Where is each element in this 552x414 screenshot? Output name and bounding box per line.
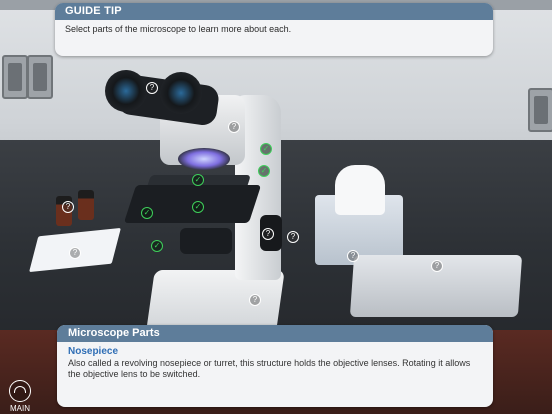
guide-tip-text: Select parts of the microscope to learn … [65,24,292,34]
part-description: Also called a revolving nosepiece or tur… [68,358,471,379]
hotspot-objective[interactable]: ✓ [258,165,270,177]
hotspot-arm-upper[interactable]: ? [228,121,240,133]
wall-switch-left-2 [27,55,53,99]
main-button-label: MAIN [10,404,30,413]
stain-bottle-2 [78,190,94,220]
tissue-paper [335,165,385,215]
microscope-nosepiece [178,148,230,170]
main-button[interactable]: MAIN [4,380,36,413]
guide-tip-panel: GUIDE TIP Select parts of the microscope… [55,3,493,56]
hotspot-tissue-box[interactable]: ? [347,250,359,262]
microscope-condenser [180,228,232,254]
part-name: Nosepiece [68,346,119,357]
hotspot-base[interactable]: ? [249,294,261,306]
hotspot-tray[interactable]: ? [431,260,443,272]
eyepiece-right [160,72,202,114]
wall-switch-left [2,55,28,99]
guide-tip-title: GUIDE TIP [55,3,493,20]
hotspot-arm-label[interactable]: ✓ [151,240,163,252]
hotspot-nosepiece[interactable]: ✓ [260,143,272,155]
hotspot-stage[interactable]: ✓ [192,174,204,186]
hotspot-bottles[interactable]: ? [62,201,74,213]
hotspot-condenser[interactable]: ✓ [192,201,204,213]
hotspot-coarse-focus[interactable]: ? [287,231,299,243]
hotspot-stage-clip[interactable]: ✓ [141,207,153,219]
main-menu-icon [9,380,31,402]
eyepiece-left [105,70,147,112]
hotspot-eyepiece[interactable]: ? [146,82,158,94]
parts-panel-header: Microscope Parts [57,325,493,342]
hotspot-fine-focus[interactable]: ? [262,228,274,240]
hotspot-slide-box[interactable]: ? [69,247,81,259]
wall-switch-right [528,88,552,132]
microscope-parts-panel: Microscope Parts Nosepiece Also called a… [57,325,493,407]
